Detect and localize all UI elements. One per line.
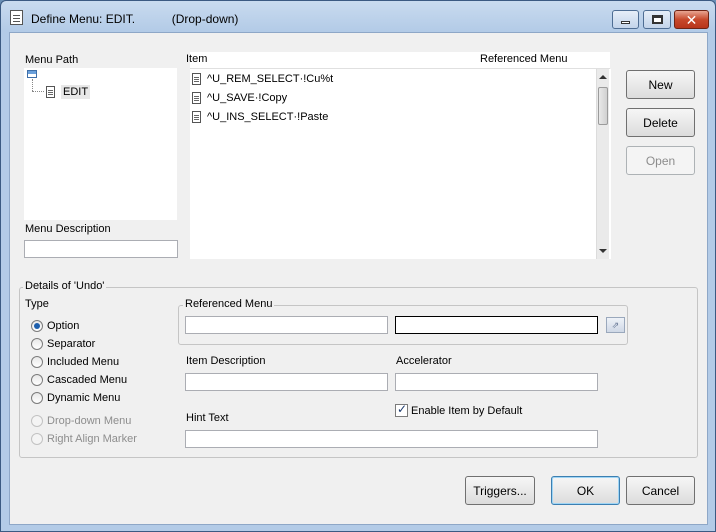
scroll-down-icon[interactable] <box>599 249 607 253</box>
items-scrollbar[interactable] <box>596 69 609 259</box>
referenced-menu-group-label: Referenced Menu <box>183 298 275 310</box>
scroll-thumb[interactable] <box>598 87 608 125</box>
list-item[interactable]: ^U_INS_SELECT·!Paste <box>192 107 328 126</box>
menu-description-input[interactable] <box>24 240 178 258</box>
column-header-item[interactable]: Item <box>186 53 207 65</box>
enable-item-checkbox[interactable]: Enable Item by Default <box>395 402 523 417</box>
scroll-up-icon[interactable] <box>599 75 607 79</box>
details-title: Details of 'Undo' <box>23 280 107 292</box>
cancel-button[interactable]: Cancel <box>626 476 695 505</box>
radio-label: Option <box>47 320 80 332</box>
menu-path-tree[interactable]: EDIT <box>24 68 177 220</box>
items-list-header: Item Referenced Menu <box>186 52 610 69</box>
radio-drop-down-menu[interactable]: Drop-down Menu <box>31 413 131 429</box>
item-name: ^U_INS_SELECT·!Paste <box>207 110 329 123</box>
tree-connector <box>32 79 33 91</box>
referenced-menu-name-field[interactable] <box>395 316 598 334</box>
items-list[interactable]: ^U_REM_SELECT·!Cu%t ^U_SAVE·!Copy ^U_INS… <box>190 69 611 259</box>
radio-icon <box>31 433 43 445</box>
tree-root-icon <box>27 70 37 78</box>
radio-icon <box>31 374 43 386</box>
tree-node-edit[interactable]: EDIT <box>46 85 91 99</box>
checkbox-icon <box>395 402 408 417</box>
item-description-label: Item Description <box>186 355 266 367</box>
radio-label: Right Align Marker <box>47 433 137 445</box>
delete-button[interactable]: Delete <box>626 108 695 137</box>
new-button[interactable]: New <box>626 70 695 99</box>
radio-label: Cascaded Menu <box>47 374 128 386</box>
radio-cascaded-menu[interactable]: Cascaded Menu <box>31 372 127 388</box>
radio-icon <box>31 356 43 368</box>
ok-button[interactable]: OK <box>551 476 620 505</box>
close-button[interactable]: ✕ <box>674 10 709 29</box>
radio-label: Separator <box>47 338 96 350</box>
minimize-icon <box>621 21 630 24</box>
hint-text-input[interactable] <box>185 430 598 448</box>
accelerator-input[interactable] <box>395 373 598 391</box>
type-label: Type <box>25 298 49 310</box>
radio-included-menu[interactable]: Included Menu <box>31 354 119 370</box>
menu-item-icon <box>192 72 201 85</box>
browse-button[interactable]: ⇗ <box>606 317 625 333</box>
browse-icon: ⇗ <box>611 319 620 330</box>
item-description-input[interactable] <box>185 373 388 391</box>
radio-icon <box>31 415 43 427</box>
radio-label: Dynamic Menu <box>47 392 121 404</box>
tree-node-label: EDIT <box>61 85 91 99</box>
dialog-body: Menu Path EDIT Menu Description Item Ref… <box>9 32 708 525</box>
maximize-button[interactable] <box>643 10 671 29</box>
menu-description-label: Menu Description <box>25 223 111 235</box>
accelerator-label: Accelerator <box>396 355 452 367</box>
radio-label: Drop-down Menu <box>47 415 132 427</box>
list-item[interactable]: ^U_REM_SELECT·!Cu%t <box>192 69 333 88</box>
radio-option[interactable]: Option <box>31 318 79 334</box>
radio-icon <box>31 320 43 332</box>
radio-right-align-marker[interactable]: Right Align Marker <box>31 431 137 447</box>
radio-dynamic-menu[interactable]: Dynamic Menu <box>31 390 120 406</box>
minimize-button[interactable] <box>612 10 639 29</box>
close-icon: ✕ <box>685 11 698 28</box>
radio-icon <box>31 392 43 404</box>
column-header-referenced-menu[interactable]: Referenced Menu <box>480 53 567 65</box>
radio-icon <box>31 338 43 350</box>
triggers-button[interactable]: Triggers... <box>465 476 535 505</box>
item-name: ^U_REM_SELECT·!Cu%t <box>207 72 334 85</box>
maximize-icon <box>651 15 663 24</box>
title-bar[interactable]: Define Menu: EDIT. (Drop-down) ✕ <box>1 1 715 31</box>
document-icon <box>10 10 23 25</box>
hint-text-label: Hint Text <box>186 412 229 424</box>
list-item[interactable]: ^U_SAVE·!Copy <box>192 88 287 107</box>
menu-path-label: Menu Path <box>25 54 79 66</box>
tree-connector-h <box>32 91 44 92</box>
menu-item-icon <box>192 110 201 123</box>
menu-node-icon <box>46 86 55 98</box>
window-title: Define Menu: EDIT. (Drop-down) <box>31 12 239 26</box>
open-button[interactable]: Open <box>626 146 695 175</box>
item-name: ^U_SAVE·!Copy <box>207 91 288 104</box>
menu-item-icon <box>192 91 201 104</box>
radio-label: Included Menu <box>47 356 120 368</box>
define-menu-window: Define Menu: EDIT. (Drop-down) ✕ Menu Pa… <box>0 0 716 532</box>
radio-separator[interactable]: Separator <box>31 336 95 352</box>
enable-item-label: Enable Item by Default <box>411 404 523 417</box>
referenced-menu-field[interactable] <box>185 316 388 334</box>
